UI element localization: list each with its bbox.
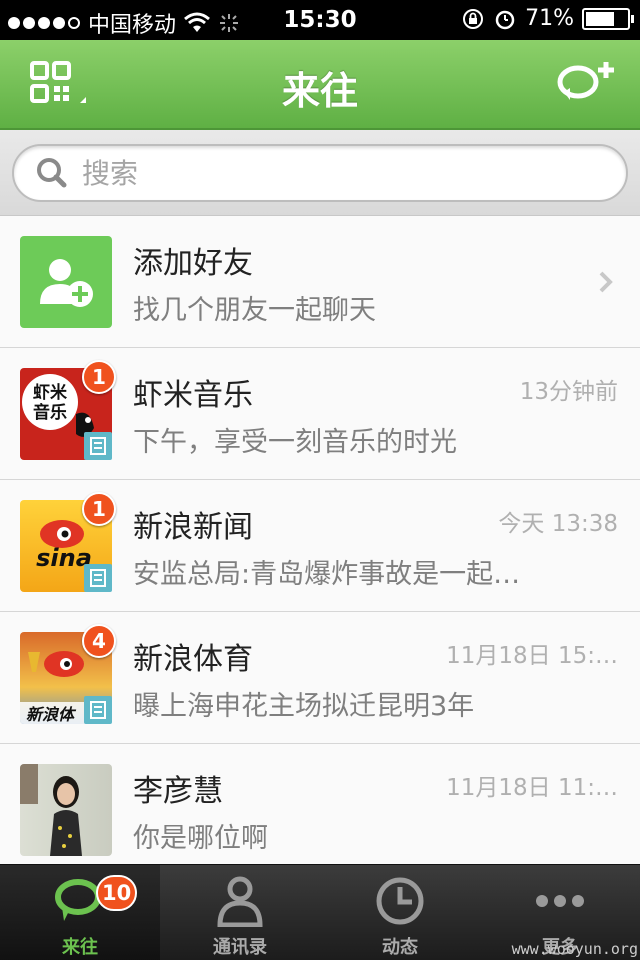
unread-badge: 1 [82, 492, 116, 526]
add-friend-icon [40, 259, 93, 307]
search-bar [0, 130, 640, 216]
clock-icon [376, 877, 424, 925]
tab-conversations[interactable]: 10 来往 [0, 865, 160, 960]
rotation-lock-icon [463, 8, 484, 29]
conversation-title: 新浪体育 [133, 642, 253, 677]
list-item-sina-news[interactable]: sina 1 新浪新闻 安监总局:青岛爆炸事故是一起… 今天 13:38 [0, 480, 640, 612]
navigation-bar: 来往 [0, 40, 640, 130]
conversation-title: 添加好友 [133, 246, 253, 281]
status-bar: 中国移动 15:30 71% [0, 0, 640, 40]
tab-bar: 10 来往 通讯录 动态 更多 www.wooyun.org [0, 864, 640, 960]
svg-text:新浪体: 新浪体 [26, 705, 77, 724]
conversation-preview: 下午，享受一刻音乐的时光 [133, 427, 457, 458]
tab-label: 动态 [382, 937, 418, 958]
list-item-add-friend[interactable]: 添加好友 找几个朋友一起聊天 [0, 216, 640, 348]
unread-badge: 1 [82, 360, 116, 394]
search-box[interactable] [12, 144, 628, 202]
contact-avatar [20, 764, 112, 856]
conversation-time: 今天 13:38 [498, 511, 618, 537]
unread-badge: 4 [82, 624, 116, 658]
conversation-list: 添加好友 找几个朋友一起聊天 虾米 音乐 1 虾米音乐 下午，享受一刻音乐的时光… [0, 216, 640, 864]
tab-label: 通讯录 [213, 937, 267, 958]
tab-activity[interactable]: 动态 [320, 865, 480, 960]
list-item-sina-sports[interactable]: 新浪体 4 新浪体育 曝上海申花主场拟迁昆明3年 11月18日 15:… [0, 612, 640, 744]
list-item-xiami-music[interactable]: 虾米 音乐 1 虾米音乐 下午，享受一刻音乐的时光 13分钟前 [0, 348, 640, 480]
watermark: www.wooyun.org [511, 940, 638, 958]
conversation-time: 11月18日 11:… [446, 775, 618, 801]
battery-icon [582, 7, 634, 30]
conversation-time: 13分钟前 [519, 379, 618, 405]
conversation-preview: 安监总局:青岛爆炸事故是一起… [133, 559, 521, 590]
svg-text:虾米: 虾米 [33, 382, 68, 403]
conversation-title: 李彦慧 [133, 774, 223, 809]
article-icon [84, 696, 112, 724]
article-icon [84, 432, 112, 460]
search-icon [37, 158, 67, 188]
tab-label: 来往 [62, 937, 98, 958]
page-title: 来往 [281, 69, 358, 113]
contacts-icon [217, 876, 263, 927]
more-icon [536, 895, 584, 907]
svg-text:音乐: 音乐 [33, 402, 67, 423]
article-icon [84, 564, 112, 592]
conversation-preview: 找几个朋友一起聊天 [133, 295, 376, 326]
person-photo-icon [20, 764, 82, 856]
conversation-time: 11月18日 15:… [446, 643, 618, 669]
battery-percent: 71% [525, 6, 574, 31]
new-chat-icon[interactable] [556, 58, 620, 108]
search-input[interactable] [82, 156, 582, 190]
conversation-title: 虾米音乐 [133, 378, 253, 413]
alarm-icon [495, 10, 515, 29]
unread-total-badge: 10 [96, 875, 138, 911]
conversation-title: 新浪新闻 [133, 510, 253, 545]
chevron-right-icon [599, 271, 613, 293]
conversation-preview: 你是哪位啊 [133, 823, 268, 854]
conversation-preview: 曝上海申花主场拟迁昆明3年 [133, 691, 475, 722]
add-friend-avatar [20, 236, 112, 328]
list-item-contact[interactable]: 李彦慧 你是哪位啊 11月18日 11:… [0, 744, 640, 864]
tab-contacts[interactable]: 通讯录 [160, 865, 320, 960]
